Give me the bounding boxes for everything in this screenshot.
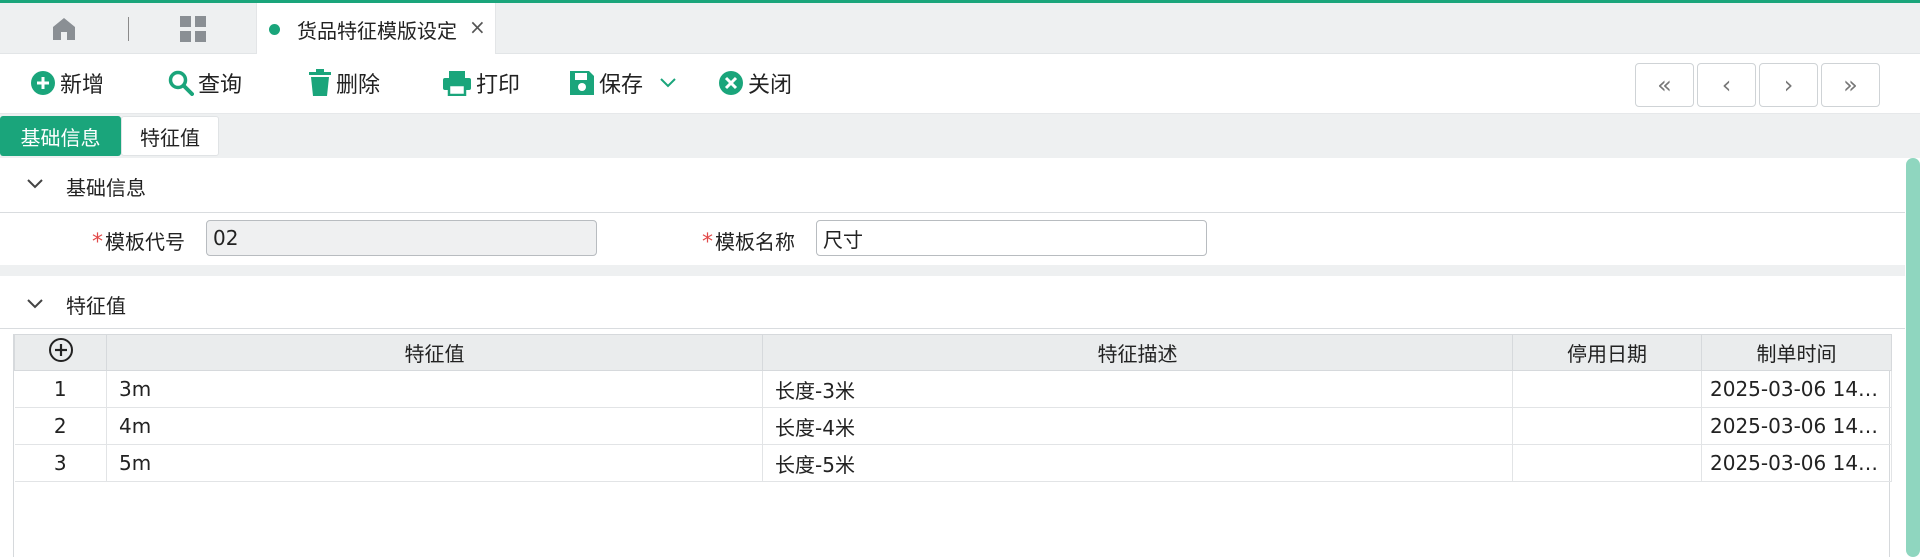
tab-feature-values[interactable]: 特征值: [121, 116, 219, 156]
delete-button[interactable]: 删除: [308, 68, 380, 98]
feature-desc-cell[interactable]: 长度-4米: [762, 407, 1513, 445]
stop-date-cell[interactable]: [1512, 370, 1702, 408]
active-dot-icon: [269, 24, 280, 35]
feature-values-section-header[interactable]: 特征值: [0, 276, 1905, 329]
template-name-label-text: 模板名称: [715, 230, 795, 254]
print-button[interactable]: 打印: [442, 68, 520, 98]
created-time-cell: 2025-03-06 14:...: [1701, 370, 1892, 408]
query-label: 查询: [198, 73, 243, 98]
feature-value-cell[interactable]: 4m: [106, 407, 763, 445]
collapse-chevron-icon[interactable]: [26, 178, 44, 190]
table-row[interactable]: 1 3m 长度-3米 2025-03-06 14:...: [14, 370, 1892, 408]
template-code-field[interactable]: [206, 220, 597, 256]
tab-bar: 货品特征模版设定 ×: [0, 3, 1920, 54]
tab-basic-info[interactable]: 基础信息: [0, 116, 121, 156]
close-button[interactable]: 关闭: [718, 68, 792, 98]
add-row-header: [14, 334, 107, 371]
template-code-label: * 模板代号: [92, 226, 185, 255]
table-header-row: 特征值 特征描述 停用日期 制单时间: [14, 334, 1892, 371]
chevron-down-icon[interactable]: [659, 77, 677, 89]
feature-desc-cell[interactable]: 长度-5米: [762, 444, 1513, 482]
form-tabs: 基础信息 特征值: [0, 114, 1920, 158]
tab-title: 货品特征模版设定: [297, 19, 457, 43]
row-number: 1: [14, 370, 107, 408]
feature-values-table-container: 特征值 特征描述 停用日期 制单时间 1 3m 长度-3米 2025-03-06…: [13, 334, 1892, 557]
collapse-chevron-icon[interactable]: [26, 298, 44, 310]
template-name-field[interactable]: [816, 220, 1207, 256]
toolbar: 新增 查询 删除 打印 保存 关闭 « ‹ › »: [0, 54, 1920, 114]
print-label: 打印: [476, 73, 521, 98]
close-circle-icon: [719, 71, 743, 95]
template-code-label-text: 模板代号: [105, 230, 185, 254]
vertical-scrollbar[interactable]: [1906, 158, 1920, 557]
row-number: 3: [14, 444, 107, 482]
add-label: 新增: [60, 73, 105, 98]
trash-icon: [309, 69, 331, 96]
add-button[interactable]: 新增: [30, 68, 104, 98]
floppy-disk-icon: [570, 71, 594, 95]
chevron-right-icon: ›: [1783, 71, 1794, 99]
next-record-button[interactable]: ›: [1759, 63, 1818, 107]
feature-value-cell[interactable]: 5m: [106, 444, 763, 482]
stop-date-cell[interactable]: [1512, 407, 1702, 445]
created-time-cell: 2025-03-06 14:...: [1701, 444, 1892, 482]
close-tab-icon[interactable]: ×: [469, 15, 486, 39]
column-header-created-time[interactable]: 制单时间: [1701, 334, 1892, 371]
grid-icon[interactable]: [179, 15, 207, 43]
table-row[interactable]: 3 5m 长度-5米 2025-03-06 14:...: [14, 444, 1892, 482]
required-mark: *: [702, 230, 713, 255]
template-name-label: * 模板名称: [702, 226, 795, 255]
close-label: 关闭: [748, 73, 793, 98]
column-header-feature-value[interactable]: 特征值: [106, 334, 763, 371]
section-gap: [0, 265, 1905, 276]
save-button[interactable]: 保存: [569, 68, 681, 98]
prev-record-button[interactable]: ‹: [1697, 63, 1756, 107]
feature-values-table: 特征值 特征描述 停用日期 制单时间 1 3m 长度-3米 2025-03-06…: [14, 334, 1892, 482]
delete-label: 删除: [336, 73, 381, 98]
printer-icon: [443, 71, 471, 96]
chevron-left-icon: ‹: [1721, 71, 1732, 99]
required-mark: *: [92, 230, 103, 255]
basic-info-form: *模板代号 *模板名称: [0, 213, 1905, 265]
created-time-cell: 2025-03-06 14:...: [1701, 407, 1892, 445]
add-row-icon[interactable]: [48, 337, 74, 363]
row-number: 2: [14, 407, 107, 445]
first-record-button[interactable]: «: [1635, 63, 1694, 107]
feature-desc-cell[interactable]: 长度-3米: [762, 370, 1513, 408]
tab-product-feature-template[interactable]: 货品特征模版设定 ×: [256, 3, 496, 54]
double-chevron-right-icon: »: [1843, 71, 1858, 99]
tab-divider: [128, 17, 129, 41]
double-chevron-left-icon: «: [1657, 71, 1672, 99]
column-header-stop-date[interactable]: 停用日期: [1512, 334, 1702, 371]
column-header-feature-desc[interactable]: 特征描述: [762, 334, 1513, 371]
home-icon[interactable]: [50, 15, 78, 43]
feature-value-cell[interactable]: 3m: [106, 370, 763, 408]
stop-date-cell[interactable]: [1512, 444, 1702, 482]
feature-values-title: 特征值: [66, 294, 126, 318]
plus-circle-icon: [31, 71, 55, 95]
search-icon: [168, 70, 194, 96]
basic-info-section-header[interactable]: 基础信息: [0, 158, 1905, 213]
last-record-button[interactable]: »: [1821, 63, 1880, 107]
save-label: 保存: [599, 73, 644, 98]
query-button[interactable]: 查询: [168, 68, 242, 98]
table-row[interactable]: 2 4m 长度-4米 2025-03-06 14:...: [14, 407, 1892, 445]
basic-info-title: 基础信息: [66, 176, 146, 200]
